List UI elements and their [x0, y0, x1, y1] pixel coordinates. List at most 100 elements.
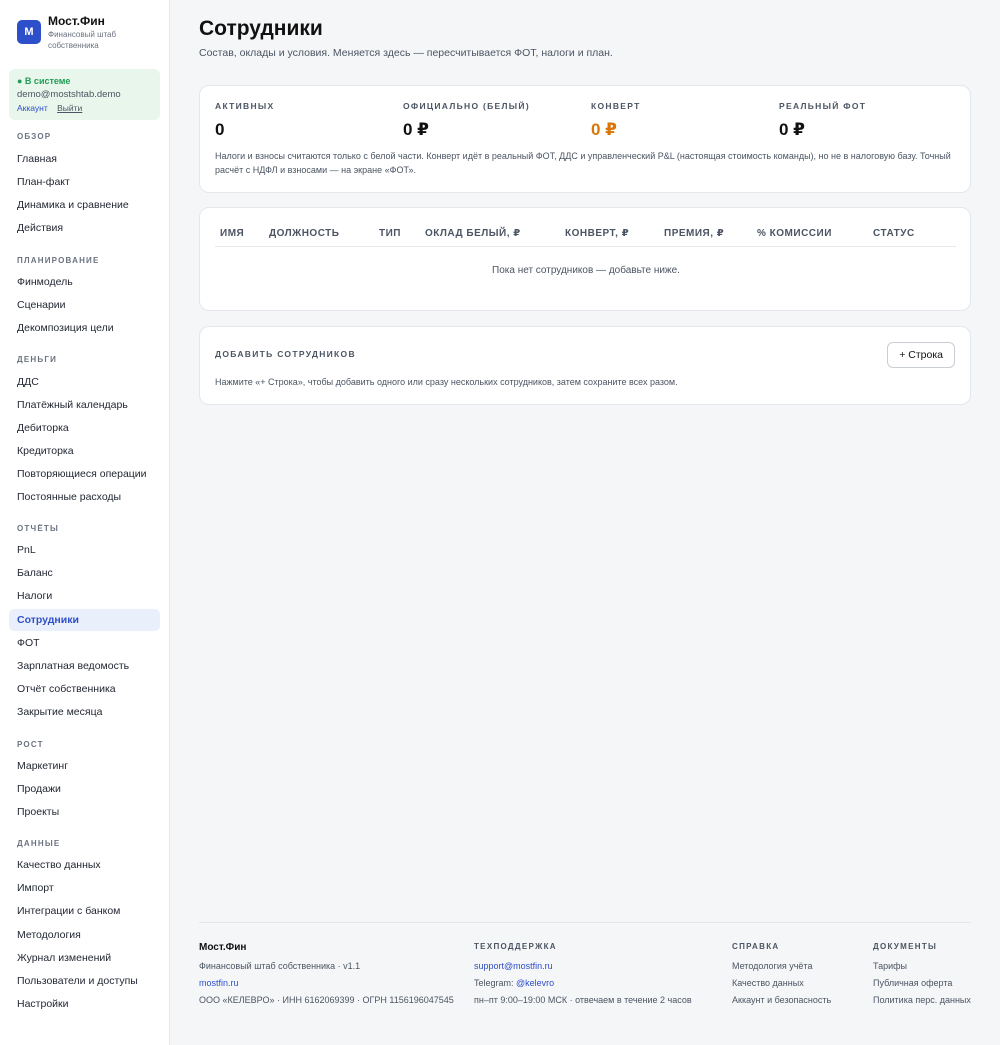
sidebar-item-projects[interactable]: Проекты: [9, 801, 160, 823]
add-employees-card: Добавить сотрудников + Строка Нажмите «+…: [199, 326, 971, 405]
nav-section-money: Деньги: [17, 355, 58, 364]
stats-card: Активных 0 Официально (белый) 0 ₽ Конвер…: [199, 85, 971, 193]
stat-label: Реальный ФОТ: [779, 101, 867, 111]
sidebar-item-payables[interactable]: Кредиторка: [9, 440, 160, 462]
nav-section-reports: Отчёты: [17, 524, 60, 533]
footer-site-link[interactable]: mostfin.ru: [199, 975, 454, 992]
footer-help: Справка Методология учёта Качество данны…: [732, 942, 831, 1009]
stat-label: Конверт: [591, 101, 641, 111]
footer-link-methodology[interactable]: Методология учёта: [732, 958, 831, 975]
session-status: ● В системе: [17, 76, 71, 86]
logout-link[interactable]: Выйти: [57, 103, 82, 113]
telegram-link[interactable]: @kelevro: [516, 978, 554, 988]
table-divider: [215, 246, 956, 247]
session-panel: ● В системе demo@mostshtab.demo Аккаунт …: [9, 69, 160, 120]
sidebar-item-dynamics[interactable]: Динамика и сравнение: [9, 194, 160, 216]
add-employees-title: Добавить сотрудников: [215, 349, 356, 359]
employees-table: Имя Должность Тип Оклад белый, ₽ Конверт…: [199, 207, 971, 311]
session-email: demo@mostshtab.demo: [17, 89, 121, 100]
column-header-position[interactable]: Должность: [269, 228, 339, 239]
sidebar-item-import[interactable]: Импорт: [9, 877, 160, 899]
support-email-link[interactable]: support@mostfin.ru: [474, 958, 692, 975]
stat-value: 0 ₽: [403, 120, 430, 139]
sidebar-item-payment-calendar[interactable]: Платёжный календарь: [9, 394, 160, 416]
main-content: Сотрудники Состав, оклады и условия. Мен…: [171, 0, 1000, 1045]
sidebar-item-cashflow[interactable]: ДДС: [9, 371, 160, 393]
nav-section-data: Данные: [17, 839, 61, 848]
sidebar-item-users-access[interactable]: Пользователи и доступы: [9, 970, 160, 992]
footer-brand: Мост.Фин Финансовый штаб собственника · …: [199, 942, 454, 1009]
column-header-commission[interactable]: % комиссии: [757, 228, 832, 239]
brand-subtitle: Финансовый штаб собственника: [48, 30, 117, 50]
sidebar: М Мост.Фин Финансовый штаб собственника …: [0, 0, 170, 1045]
support-hours: пн–пт 9:00–19:00 МСК · отвечаем в течени…: [474, 995, 692, 1005]
stat-envelope: Конверт 0 ₽: [591, 101, 641, 140]
column-header-envelope[interactable]: Конверт, ₽: [565, 228, 629, 239]
sidebar-item-sales[interactable]: Продажи: [9, 778, 160, 800]
sidebar-item-settings[interactable]: Настройки: [9, 993, 160, 1015]
sidebar-item-owner-report[interactable]: Отчёт собственника: [9, 678, 160, 700]
sidebar-item-methodology[interactable]: Методология: [9, 924, 160, 946]
brand-logo: М: [17, 20, 41, 44]
page-title: Сотрудники: [199, 17, 323, 40]
footer-link-offer[interactable]: Публичная оферта: [873, 975, 971, 992]
sidebar-item-marketing[interactable]: Маркетинг: [9, 755, 160, 777]
sidebar-item-employees[interactable]: Сотрудники: [9, 609, 160, 631]
stat-value: 0: [215, 120, 225, 139]
column-header-white-salary[interactable]: Оклад белый, ₽: [425, 228, 521, 239]
footer-link-account-security[interactable]: Аккаунт и безопасность: [732, 992, 831, 1009]
column-header-name[interactable]: Имя: [220, 228, 244, 239]
sidebar-item-finmodel[interactable]: Финмодель: [9, 271, 160, 293]
footer-docs: Документы Тарифы Публичная оферта Полити…: [873, 942, 971, 1009]
sidebar-item-payroll-sheet[interactable]: Зарплатная ведомость: [9, 655, 160, 677]
stat-real-payroll: Реальный ФОТ 0 ₽: [779, 101, 866, 140]
sidebar-item-recurring[interactable]: Повторяющиеся операции: [9, 463, 160, 485]
sidebar-item-month-close[interactable]: Закрытие месяца: [9, 701, 160, 723]
column-header-type[interactable]: Тип: [379, 228, 401, 239]
account-link[interactable]: Аккаунт: [17, 103, 48, 113]
sidebar-item-payroll-fund[interactable]: ФОТ: [9, 632, 160, 654]
sidebar-item-scenarios[interactable]: Сценарии: [9, 294, 160, 316]
footer-support-title: Техподдержка: [474, 942, 557, 951]
column-header-bonus[interactable]: Премия, ₽: [664, 228, 724, 239]
add-row-button[interactable]: + Строка: [887, 342, 955, 368]
sidebar-item-bank-integrations[interactable]: Интеграции с банком: [9, 900, 160, 922]
footer-link-pricing[interactable]: Тарифы: [873, 958, 971, 975]
footer-help-title: Справка: [732, 942, 780, 951]
footer-brand-name: Мост.Фин: [199, 942, 247, 953]
page-subtitle: Состав, оклады и условия. Меняется здесь…: [199, 47, 613, 59]
brand[interactable]: М Мост.Фин Финансовый штаб собственника: [17, 14, 128, 51]
footer-tagline: Финансовый штаб собственника · v1.1: [199, 961, 361, 971]
stat-label: Официально (белый): [403, 101, 530, 111]
sidebar-item-data-quality[interactable]: Качество данных: [9, 854, 160, 876]
telegram-label: Telegram:: [474, 978, 514, 988]
footer-link-data-quality[interactable]: Качество данных: [732, 975, 831, 992]
sidebar-item-taxes[interactable]: Налоги: [9, 585, 160, 607]
footer-legal: ООО «КЕЛЕВРО» · ИНН 6162069399 · ОГРН 11…: [199, 995, 454, 1005]
stat-official: Официально (белый) 0 ₽: [403, 101, 530, 140]
sidebar-item-receivables[interactable]: Дебиторка: [9, 417, 160, 439]
footer-link-privacy[interactable]: Политика перс. данных: [873, 992, 971, 1009]
column-header-status[interactable]: Статус: [873, 228, 915, 239]
stats-note: Налоги и взносы считаются только с белой…: [215, 151, 951, 175]
stat-value: 0 ₽: [779, 120, 806, 139]
sidebar-item-fixed-costs[interactable]: Постоянные расходы: [9, 486, 160, 508]
table-empty-state: Пока нет сотрудников — добавьте ниже.: [492, 265, 680, 276]
nav-section-growth: Рост: [17, 740, 44, 749]
stat-active: Активных 0: [215, 101, 275, 140]
footer-docs-title: Документы: [873, 942, 938, 951]
stat-label: Активных: [215, 101, 275, 111]
sidebar-item-balance[interactable]: Баланс: [9, 562, 160, 584]
brand-name: Мост.Фин: [48, 14, 105, 28]
sidebar-item-home[interactable]: Главная: [9, 148, 160, 170]
sidebar-item-actions[interactable]: Действия: [9, 217, 160, 239]
sidebar-item-pnl[interactable]: PnL: [9, 539, 160, 561]
stat-value: 0 ₽: [591, 120, 618, 139]
sidebar-item-changelog[interactable]: Журнал изменений: [9, 947, 160, 969]
add-employees-note: Нажмите «+ Строка», чтобы добавить одног…: [215, 377, 678, 387]
sidebar-item-goal-decomposition[interactable]: Декомпозиция цели: [9, 317, 160, 339]
footer-support: Техподдержка support@mostfin.ru Telegram…: [474, 942, 692, 1009]
nav-section-overview: Обзор: [17, 132, 52, 141]
nav-section-planning: Планирование: [17, 256, 100, 265]
sidebar-item-plan-fact[interactable]: План-факт: [9, 171, 160, 193]
